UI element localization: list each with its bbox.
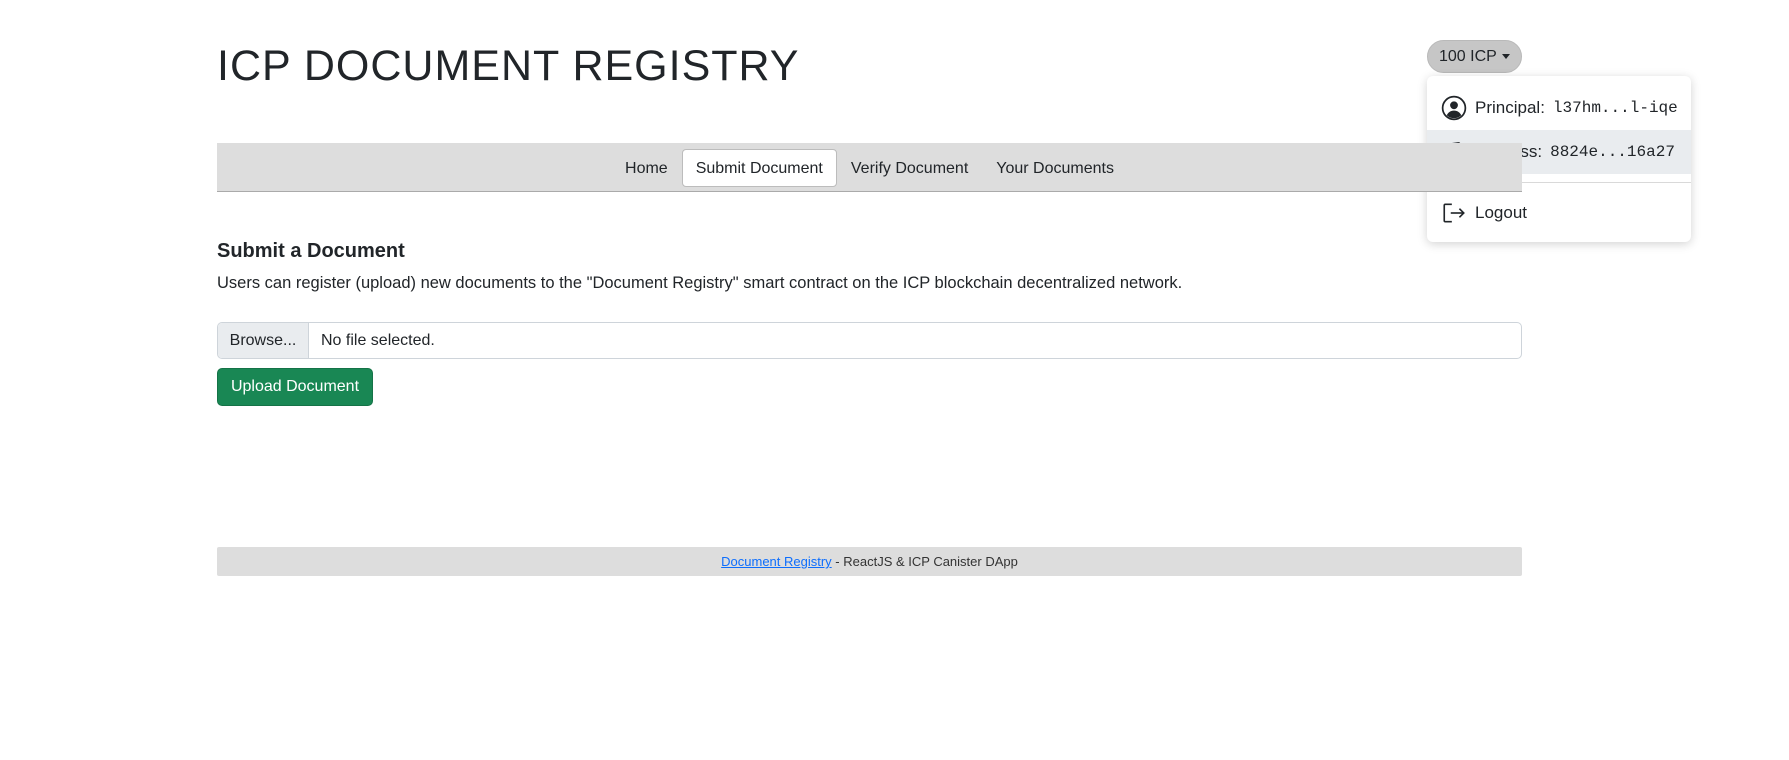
tab-your-documents[interactable]: Your Documents — [982, 149, 1128, 187]
upload-document-button[interactable]: Upload Document — [217, 368, 373, 406]
balance-dropdown-button[interactable]: 100 ICP — [1427, 40, 1522, 73]
section-description: Users can register (upload) new document… — [217, 274, 1183, 292]
file-status-text: No file selected. — [321, 331, 435, 349]
footer-link[interactable]: Document Registry — [721, 554, 832, 569]
nav-tabs: Home Submit Document Verify Document You… — [611, 143, 1128, 191]
logout-label: Logout — [1475, 203, 1527, 222]
address-value: 8824e...16a27 — [1550, 143, 1675, 161]
principal-label: Principal: — [1475, 98, 1545, 117]
caret-down-icon — [1501, 54, 1510, 59]
logout-menu-item[interactable]: Logout — [1427, 191, 1691, 235]
footer-text: - ReactJS & ICP Canister DApp — [831, 554, 1018, 569]
file-input[interactable]: Browse... No file selected. — [217, 322, 1522, 359]
logout-icon — [1443, 203, 1465, 223]
tab-submit-document[interactable]: Submit Document — [681, 149, 837, 187]
app-title: ICP DOCUMENT REGISTRY — [217, 42, 800, 90]
footer: Document Registry - ReactJS & ICP Canist… — [217, 547, 1522, 576]
balance-label: 100 ICP — [1439, 47, 1497, 65]
principal-value: l37hm...l-iqe — [1552, 99, 1678, 117]
tab-verify-document[interactable]: Verify Document — [837, 149, 982, 187]
browse-button[interactable]: Browse... — [218, 323, 309, 358]
principal-menu-item[interactable]: Principal: l37hm...l-iqe — [1427, 86, 1691, 130]
person-circle-icon — [1441, 95, 1467, 121]
section-title: Submit a Document — [217, 240, 405, 262]
main-nav: Home Submit Document Verify Document You… — [217, 143, 1522, 192]
tab-home[interactable]: Home — [611, 149, 682, 187]
